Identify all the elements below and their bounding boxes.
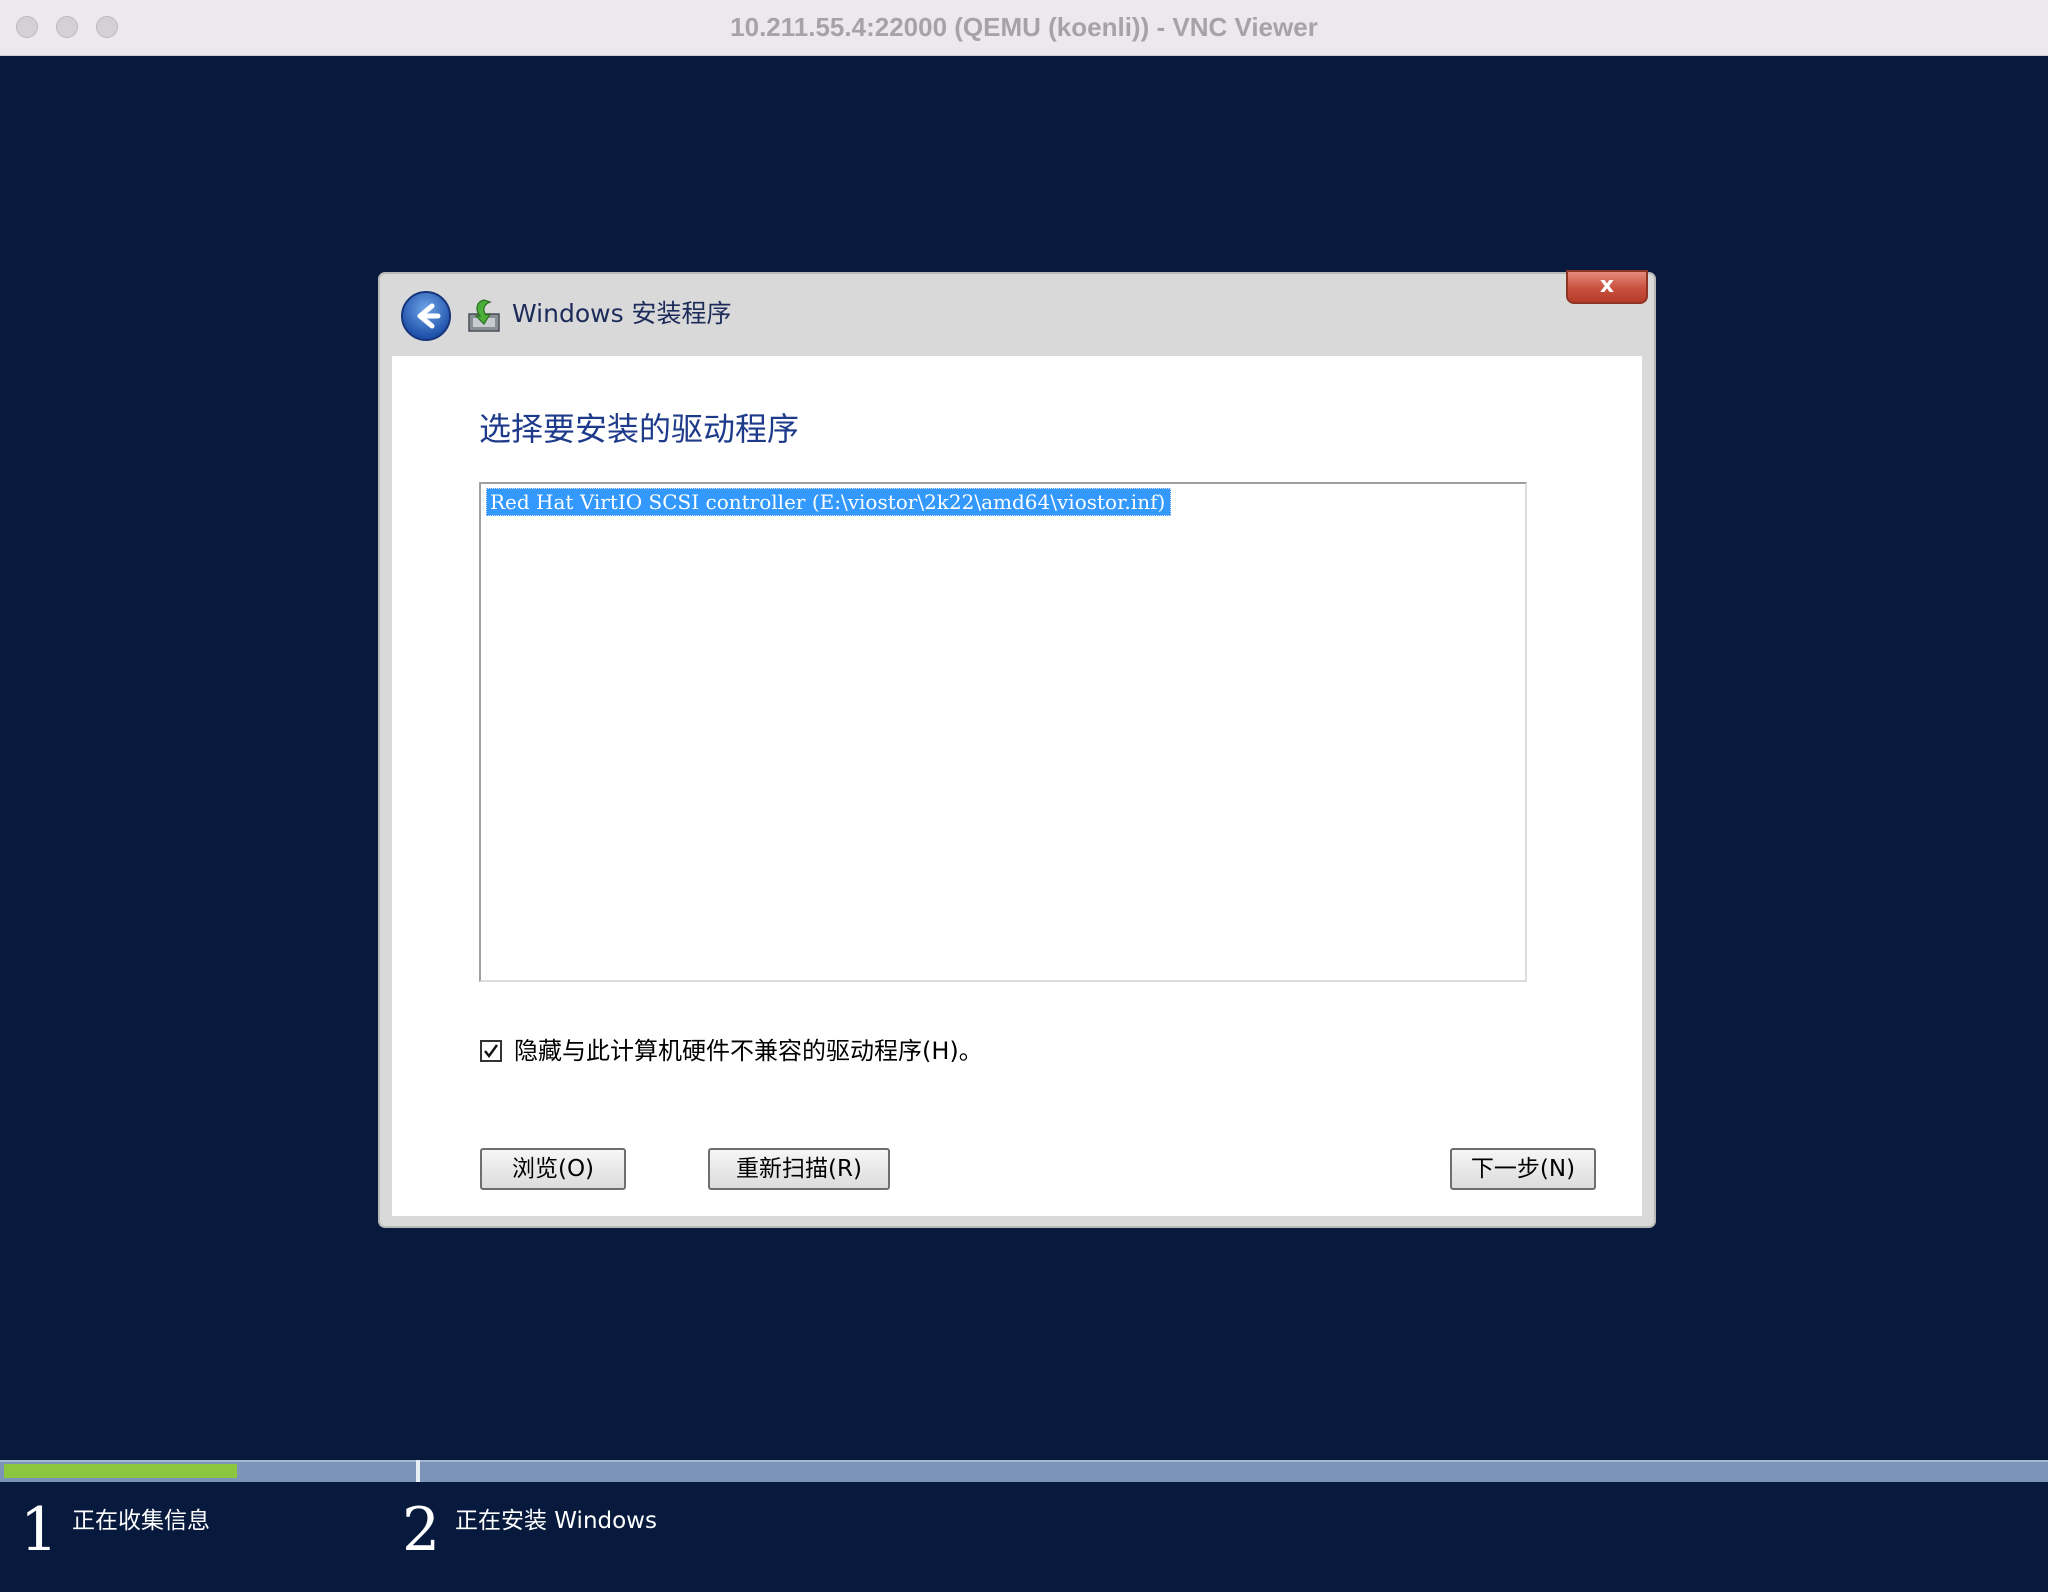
window-title: 10.211.55.4:22000 (QEMU (koenli)) - VNC … xyxy=(730,12,1318,42)
browse-button[interactable]: 浏览(O) xyxy=(480,1148,626,1190)
rescan-button[interactable]: 重新扫描(R) xyxy=(708,1148,890,1190)
step-2-progress-bar xyxy=(420,1460,2048,1482)
checkmark-icon xyxy=(484,1044,498,1058)
mac-titlebar: 10.211.55.4:22000 (QEMU (koenli)) - VNC … xyxy=(0,0,2048,56)
dialog-title: Windows 安装程序 xyxy=(512,299,732,328)
driver-list[interactable]: Red Hat VirtIO SCSI controller (E:\viost… xyxy=(479,482,1527,982)
step-1-label: 正在收集信息 xyxy=(72,1508,210,1534)
windows-setup-dialog: x Windows 安装程序 选择要安装的驱动程序 Red Hat VirtIO… xyxy=(378,270,1656,1228)
page-heading: 选择要安装的驱动程序 xyxy=(479,410,800,448)
hide-incompatible-label[interactable]: 隐藏与此计算机硬件不兼容的驱动程序(H)。 xyxy=(514,1036,983,1066)
step-1-number: 1 xyxy=(20,1495,59,1565)
step-1-progress-bar xyxy=(0,1460,416,1482)
hide-incompatible-checkbox[interactable] xyxy=(480,1040,502,1062)
step-2-label: 正在安装 Windows xyxy=(455,1508,657,1534)
dialog-close-button[interactable]: x xyxy=(1566,270,1648,304)
next-button[interactable]: 下一步(N) xyxy=(1450,1148,1596,1190)
dialog-content: 选择要安装的驱动程序 Red Hat VirtIO SCSI controlle… xyxy=(392,356,1642,1216)
back-arrow-icon xyxy=(401,291,451,341)
step-2-number: 2 xyxy=(402,1495,441,1565)
driver-list-item[interactable]: Red Hat VirtIO SCSI controller (E:\viost… xyxy=(486,488,1172,516)
vnc-viewer-window: 10.211.55.4:22000 (QEMU (koenli)) - VNC … xyxy=(0,0,2048,1592)
back-button[interactable] xyxy=(400,290,452,342)
step-1-progress-fill xyxy=(4,1464,237,1478)
setup-installer-icon xyxy=(466,296,504,334)
